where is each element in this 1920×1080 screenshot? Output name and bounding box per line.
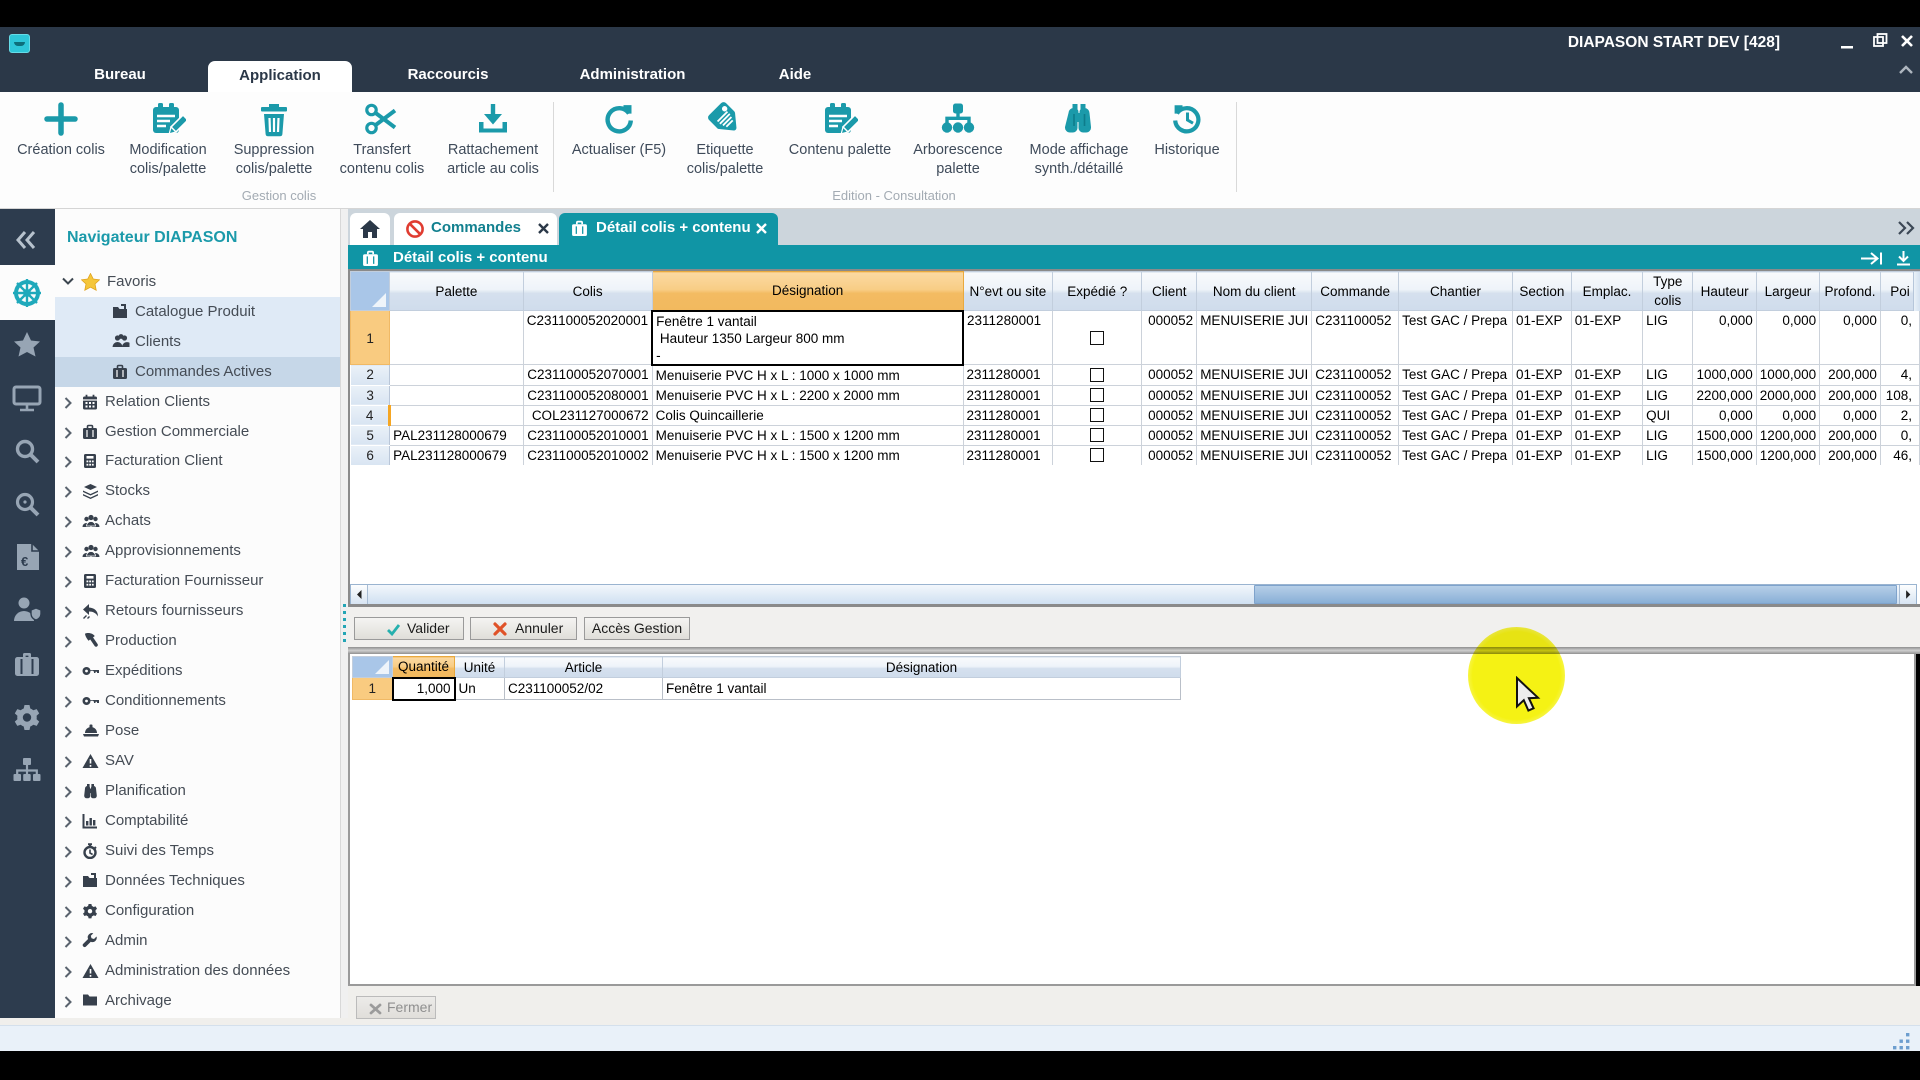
svg-text:€: € <box>21 554 28 569</box>
